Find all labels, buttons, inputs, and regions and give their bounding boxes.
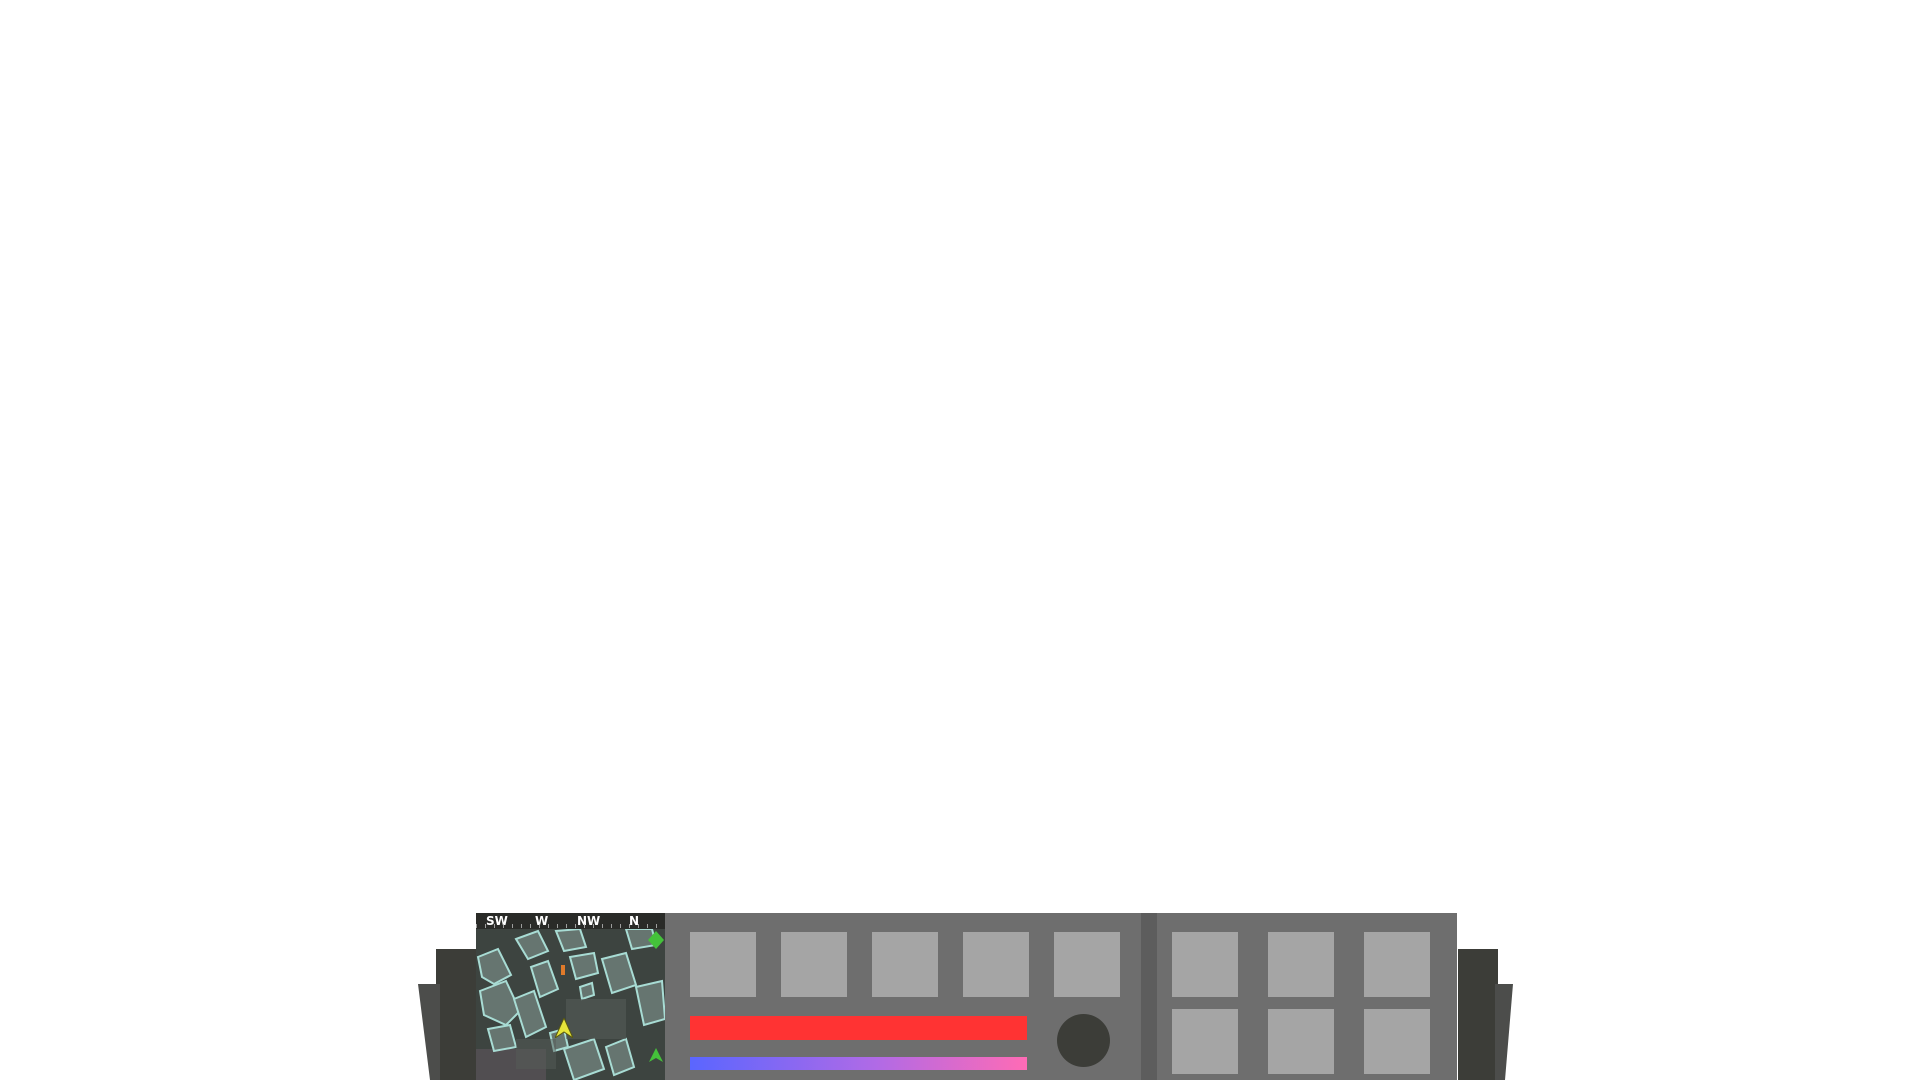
hud-left-wing-edge xyxy=(418,984,440,1080)
energy-bar-fill xyxy=(690,1057,1027,1070)
energy-bar xyxy=(690,1057,1027,1070)
ally-marker-icon xyxy=(648,931,664,949)
health-bar-fill xyxy=(690,1016,1027,1040)
inventory-slot-4[interactable] xyxy=(1172,1009,1238,1074)
ability-slot-2[interactable] xyxy=(781,932,847,997)
inventory-slot-2[interactable] xyxy=(1268,932,1334,997)
inventory-slot-6[interactable] xyxy=(1364,1009,1430,1074)
inventory-slot-1[interactable] xyxy=(1172,932,1238,997)
compass-strip: SW W NW N xyxy=(476,913,665,929)
ability-slot-3[interactable] xyxy=(872,932,938,997)
compass-ticks xyxy=(476,924,665,928)
ability-slot-4[interactable] xyxy=(963,932,1029,997)
hud-left-wing xyxy=(436,949,478,1080)
hud-right-wing xyxy=(1458,949,1498,1080)
player-arrow-icon xyxy=(555,1018,573,1038)
hud-divider xyxy=(1141,913,1157,1080)
ability-slot-1[interactable] xyxy=(690,932,756,997)
hud-right-wing-edge xyxy=(1495,984,1513,1080)
ability-slot-5[interactable] xyxy=(1054,932,1120,997)
ultimate-orb-icon[interactable] xyxy=(1057,1014,1110,1067)
health-bar xyxy=(690,1016,1027,1040)
enemy-ping-icon xyxy=(561,965,565,975)
minimap[interactable]: SW W NW N xyxy=(476,913,665,1080)
inventory-slot-5[interactable] xyxy=(1268,1009,1334,1074)
objective-marker-icon xyxy=(649,1048,663,1062)
minimap-terrain xyxy=(476,929,665,1080)
inventory-slot-3[interactable] xyxy=(1364,932,1430,997)
game-viewport: SW W NW N xyxy=(0,0,1920,1080)
